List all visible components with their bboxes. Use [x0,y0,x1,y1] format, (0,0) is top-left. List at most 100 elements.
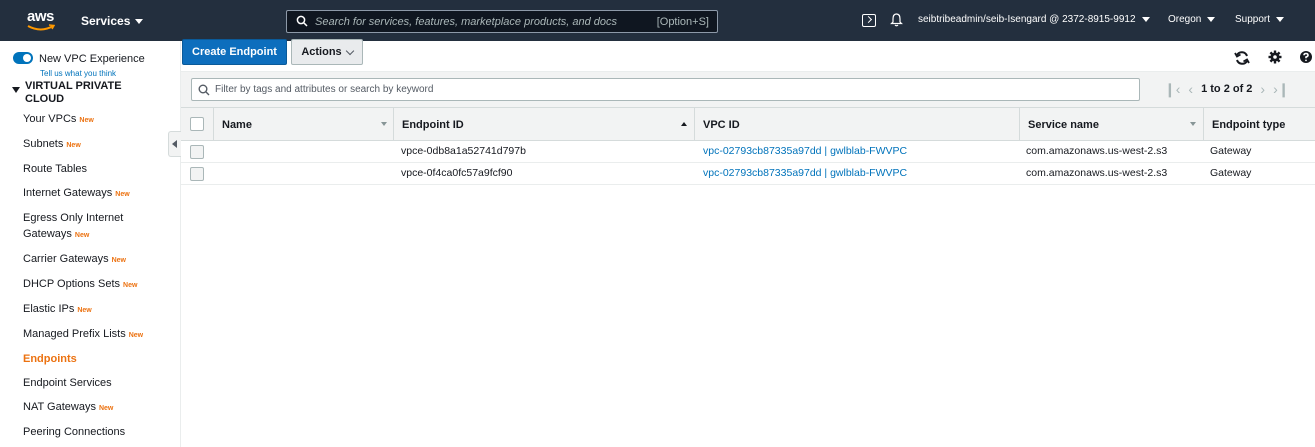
search-placeholder: Search for services, features, marketpla… [315,16,618,28]
chevron-down-icon [135,18,144,24]
sidebar-item-label: Elastic IPs [23,303,75,315]
settings-icon[interactable] [1268,50,1282,64]
aws-smile-icon [27,24,55,31]
select-all-checkbox[interactable] [190,117,204,131]
sidebar-item-managed-prefix-lists[interactable]: Managed Prefix Lists New [23,326,173,344]
create-endpoint-button[interactable]: Create Endpoint [182,39,287,65]
cell-service-name: com.amazonaws.us-west-2.s3 [1026,167,1168,179]
sidebar-item-endpoints[interactable]: Endpoints [23,351,173,367]
new-badge: New [66,142,81,149]
sidebar-item-peering-connections[interactable]: Peering Connections [23,424,173,440]
sidebar-item-label: NAT Gateways [23,401,96,413]
new-badge: New [128,332,144,339]
sidebar-item-internet-gateways[interactable]: Internet Gateways New [23,185,173,203]
column-header-endpoint-type[interactable]: Endpoint type [1203,108,1315,141]
new-badge: New [79,117,94,124]
row-checkbox[interactable] [190,167,204,181]
sidebar-item-route-tables[interactable]: Route Tables [23,161,173,177]
sidebar-item-nat-gateways[interactable]: NAT Gateways New [23,399,173,417]
sidebar-item-elastic-ips[interactable]: Elastic IPs New [23,301,173,319]
new-badge: New [111,257,126,264]
global-search-input[interactable]: Search for services, features, marketpla… [286,10,718,33]
next-page-icon[interactable]: › [1260,82,1265,96]
bell-icon[interactable] [890,13,903,27]
sidebar-item-carrier-gateways[interactable]: Carrier Gateways New [23,251,173,269]
new-badge: New [77,307,92,314]
sidebar-item-egress-only-internet-gateways[interactable]: Egress Only Internet Gateways New [23,210,173,244]
sidebar-item-label: Endpoints [23,353,77,365]
new-vpc-experience-toggle[interactable] [13,52,33,64]
pagination-text: 1 to 2 of 2 [1201,83,1253,95]
sidebar-item-label: Carrier Gateways [23,253,109,265]
filter-bar: Filter by tags and attributes or search … [181,72,1315,107]
caret-down-icon [12,87,20,93]
sidebar: New VPC Experience Tell us what you thin… [0,41,181,447]
sidebar-item-your-vpcs[interactable]: Your VPCs New [23,111,173,129]
sidebar-item-label: Subnets [23,138,64,150]
cell-service-name: com.amazonaws.us-west-2.s3 [1026,145,1168,157]
table-header: Name Endpoint ID VPC ID Service name End… [181,107,1315,141]
search-icon [296,15,308,27]
sort-ascending-icon [681,122,687,126]
main-content: Create Endpoint Actions Filter by tags a… [181,39,1315,447]
sidebar-item-label: Your VPCs [23,113,77,125]
search-icon [198,84,210,96]
region-menu[interactable]: Oregon [1168,14,1216,25]
sidebar-item-endpoint-services[interactable]: Endpoint Services [23,375,173,391]
feedback-link[interactable]: Tell us what you think [40,69,116,78]
sidebar-item-label: Peering Connections [23,426,126,438]
actions-button[interactable]: Actions [291,39,363,65]
cell-vpc-id-link[interactable]: vpc-02793cb87335a97dd | gwlblab-FWVPC [703,145,907,157]
sidebar-item-dhcp-options-sets[interactable]: DHCP Options Sets New [23,276,173,294]
toolbar: Create Endpoint Actions [181,39,1315,72]
sort-icon [1190,122,1196,126]
new-badge: New [74,232,90,239]
last-page-icon[interactable]: ›❙ [1273,82,1289,96]
pagination: ❙‹ ‹ 1 to 2 of 2 › ›❙ [1164,82,1290,96]
refresh-icon[interactable] [1234,50,1250,66]
chevron-down-icon [1141,17,1150,22]
column-header-endpoint-id[interactable]: Endpoint ID [393,108,693,141]
table-row[interactable]: vpce-0db8a1a52741d797b vpc-02793cb87335a… [181,141,1315,163]
chevron-down-icon [1276,17,1285,22]
sidebar-item-subnets[interactable]: Subnets New [23,136,173,154]
cell-endpoint-id: vpce-0f4ca0fc57a9fcf90 [401,167,513,179]
first-page-icon[interactable]: ❙‹ [1164,82,1180,96]
cell-vpc-id-link[interactable]: vpc-02793cb87335a97dd | gwlblab-FWVPC [703,167,907,179]
filter-placeholder: Filter by tags and attributes or search … [215,84,434,95]
cell-endpoint-type: Gateway [1210,167,1252,179]
sidebar-item-label: DHCP Options Sets [23,278,121,290]
sidebar-item-label: Egress Only Internet Gateways [23,212,124,240]
top-navigation-bar: aws Services Search for services, featur… [0,0,1315,41]
sidebar-item-label: Route Tables [23,163,88,175]
help-icon[interactable] [1299,50,1313,64]
previous-page-icon[interactable]: ‹ [1188,82,1193,96]
column-header-name[interactable]: Name [213,108,393,141]
cell-endpoint-type: Gateway [1210,145,1252,157]
column-header-vpc-id[interactable]: VPC ID [694,108,1019,141]
cloudshell-icon[interactable] [862,14,876,27]
sort-icon [381,122,387,126]
filter-search-input[interactable]: Filter by tags and attributes or search … [191,78,1140,101]
section-header-vpc[interactable]: VIRTUAL PRIVATE CLOUD [12,80,122,106]
sidebar-item-label: Endpoint Services [23,377,112,389]
table-row[interactable]: vpce-0f4ca0fc57a9fcf90 vpc-02793cb87335a… [181,163,1315,185]
account-menu[interactable]: seibtribeadmin/seib-Isengard @ 2372-8915… [918,14,1150,25]
row-checkbox[interactable] [190,145,204,159]
new-badge: New [123,282,138,289]
support-menu[interactable]: Support [1235,14,1285,25]
cell-endpoint-id: vpce-0db8a1a52741d797b [401,145,526,157]
new-badge: New [98,405,114,412]
sidebar-item-label: Internet Gateways [23,187,113,199]
search-shortcut: [Option+S] [656,16,709,28]
column-header-service-name[interactable]: Service name [1019,108,1202,141]
sidebar-item-label: Managed Prefix Lists [23,328,126,340]
chevron-down-icon [345,46,354,55]
chevron-down-icon [1207,17,1216,22]
toggle-label: New VPC Experience [39,53,145,65]
nav-accent-line [0,0,1315,2]
aws-logo[interactable]: aws [27,8,59,34]
new-badge: New [115,191,130,198]
services-menu[interactable]: Services [81,14,144,28]
collapse-sidebar-button[interactable] [168,131,181,157]
